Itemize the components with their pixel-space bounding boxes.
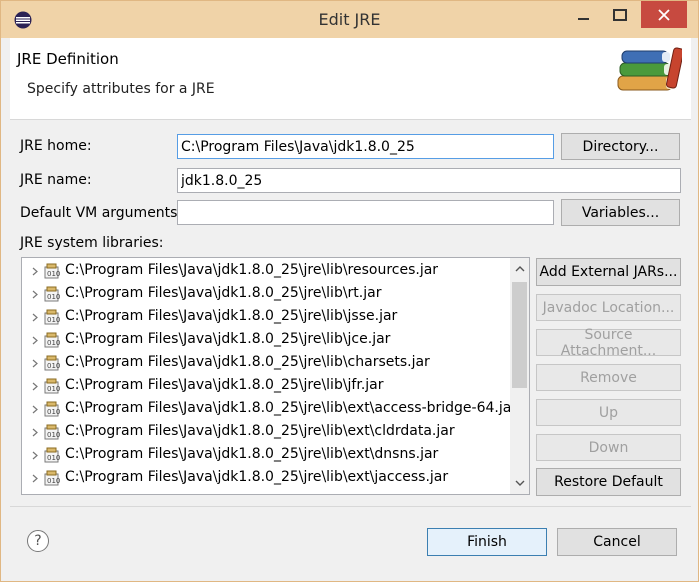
svg-text:010: 010 [47, 362, 60, 370]
add-external-jars-button[interactable]: Add External JARs... [536, 258, 681, 286]
libraries-list[interactable]: 010 C:\Program Files\Java\jdk1.8.0_25\jre… [21, 257, 530, 495]
library-path: C:\Program Files\Java\jdk1.8.0_25\jre\li… [65, 469, 449, 485]
library-path: C:\Program Files\Java\jdk1.8.0_25\jre\li… [65, 262, 439, 278]
up-button[interactable]: Up [536, 399, 681, 426]
scroll-thumb[interactable] [512, 282, 527, 388]
jar-icon: 010 [44, 355, 60, 371]
svg-text:010: 010 [47, 454, 60, 462]
jar-icon: 010 [44, 309, 60, 325]
title-bar: Edit JRE [1, 1, 698, 38]
library-path: C:\Program Files\Java\jdk1.8.0_25\jre\li… [65, 377, 384, 393]
banner-subtitle: Specify attributes for a JRE [27, 81, 215, 97]
help-button[interactable]: ? [27, 530, 49, 552]
jre-name-label: JRE name: [20, 172, 92, 188]
remove-button[interactable]: Remove [536, 364, 681, 391]
list-item[interactable]: 010 C:\Program Files\Java\jdk1.8.0_25\jre… [22, 283, 510, 306]
jre-name-input[interactable] [177, 168, 681, 193]
books-icon [617, 47, 682, 91]
libraries-label: JRE system libraries: [20, 235, 164, 251]
svg-text:010: 010 [47, 385, 60, 393]
scroll-down-icon [515, 480, 524, 486]
list-item[interactable]: 010 C:\Program Files\Java\jdk1.8.0_25\jre… [22, 352, 510, 375]
jar-icon: 010 [44, 378, 60, 394]
expand-arrow-icon[interactable] [32, 267, 38, 276]
expand-arrow-icon[interactable] [32, 313, 38, 322]
directory-button[interactable]: Directory... [561, 133, 680, 160]
list-item[interactable]: 010 C:\Program Files\Java\jdk1.8.0_25\jre… [22, 467, 510, 490]
list-item[interactable]: 010 C:\Program Files\Java\jdk1.8.0_25\jre… [22, 306, 510, 329]
svg-text:010: 010 [47, 431, 60, 439]
vm-args-label: Default VM arguments: [20, 205, 183, 221]
expand-arrow-icon[interactable] [32, 336, 38, 345]
close-icon [658, 8, 670, 21]
expand-arrow-icon[interactable] [32, 405, 38, 414]
minimize-icon [578, 18, 589, 20]
maximize-button[interactable] [603, 1, 637, 29]
library-path: C:\Program Files\Java\jdk1.8.0_25\jre\li… [65, 308, 398, 324]
svg-text:010: 010 [47, 408, 60, 416]
scroll-down-button[interactable] [510, 472, 529, 494]
list-item[interactable]: 010 C:\Program Files\Java\jdk1.8.0_25\jre… [22, 421, 510, 444]
jar-icon: 010 [44, 424, 60, 440]
finish-button[interactable]: Finish [427, 528, 547, 556]
svg-text:010: 010 [47, 293, 60, 301]
jar-icon: 010 [44, 332, 60, 348]
header-banner: JRE Definition Specify attributes for a … [10, 38, 691, 120]
list-item[interactable]: 010 C:\Program Files\Java\jdk1.8.0_25\jre… [22, 398, 517, 421]
jre-home-label: JRE home: [20, 138, 92, 154]
help-icon: ? [34, 533, 42, 549]
expand-arrow-icon[interactable] [32, 382, 38, 391]
close-button[interactable] [641, 1, 687, 28]
expand-arrow-icon[interactable] [32, 359, 38, 368]
javadoc-location-button[interactable]: Javadoc Location... [536, 294, 681, 321]
minimize-button[interactable] [567, 1, 601, 29]
list-item[interactable]: 010 C:\Program Files\Java\jdk1.8.0_25\jre… [22, 329, 510, 352]
vertical-scrollbar[interactable] [510, 258, 529, 494]
library-path: C:\Program Files\Java\jdk1.8.0_25\jre\li… [65, 285, 382, 301]
down-button[interactable]: Down [536, 434, 681, 461]
list-item[interactable]: 010 C:\Program Files\Java\jdk1.8.0_25\jre… [22, 444, 510, 467]
svg-text:010: 010 [47, 316, 60, 324]
library-path: C:\Program Files\Java\jdk1.8.0_25\jre\li… [65, 446, 439, 462]
vm-args-input[interactable] [177, 200, 554, 225]
library-path: C:\Program Files\Java\jdk1.8.0_25\jre\li… [65, 400, 518, 416]
expand-arrow-icon[interactable] [32, 290, 38, 299]
scroll-up-icon [515, 266, 524, 272]
variables-button[interactable]: Variables... [561, 199, 680, 226]
list-item[interactable]: 010 C:\Program Files\Java\jdk1.8.0_25\jre… [22, 375, 510, 398]
cancel-button[interactable]: Cancel [557, 528, 677, 556]
maximize-icon [613, 9, 627, 21]
edit-jre-dialog: Edit JRE JRE Definition Specify attribut… [0, 0, 699, 582]
source-attachment-button[interactable]: Source Attachment... [536, 327, 681, 359]
expand-arrow-icon[interactable] [32, 428, 38, 437]
jar-icon: 010 [44, 470, 60, 486]
svg-text:010: 010 [47, 477, 60, 485]
svg-text:010: 010 [47, 339, 60, 347]
scroll-up-button[interactable] [510, 258, 529, 280]
list-item[interactable]: 010 C:\Program Files\Java\jdk1.8.0_25\jre… [22, 260, 510, 283]
library-path: C:\Program Files\Java\jdk1.8.0_25\jre\li… [65, 331, 391, 347]
jar-icon: 010 [44, 263, 60, 279]
jar-icon: 010 [44, 401, 60, 417]
library-path: C:\Program Files\Java\jdk1.8.0_25\jre\li… [65, 354, 430, 370]
svg-text:010: 010 [47, 270, 60, 278]
expand-arrow-icon[interactable] [32, 451, 38, 460]
expand-arrow-icon[interactable] [32, 474, 38, 483]
library-path: C:\Program Files\Java\jdk1.8.0_25\jre\li… [65, 423, 455, 439]
banner-title: JRE Definition [17, 50, 119, 68]
footer-separator [10, 506, 691, 507]
jre-home-input[interactable] [177, 134, 554, 159]
jar-icon: 010 [44, 447, 60, 463]
jar-icon: 010 [44, 286, 60, 302]
restore-default-button[interactable]: Restore Default [536, 468, 681, 496]
